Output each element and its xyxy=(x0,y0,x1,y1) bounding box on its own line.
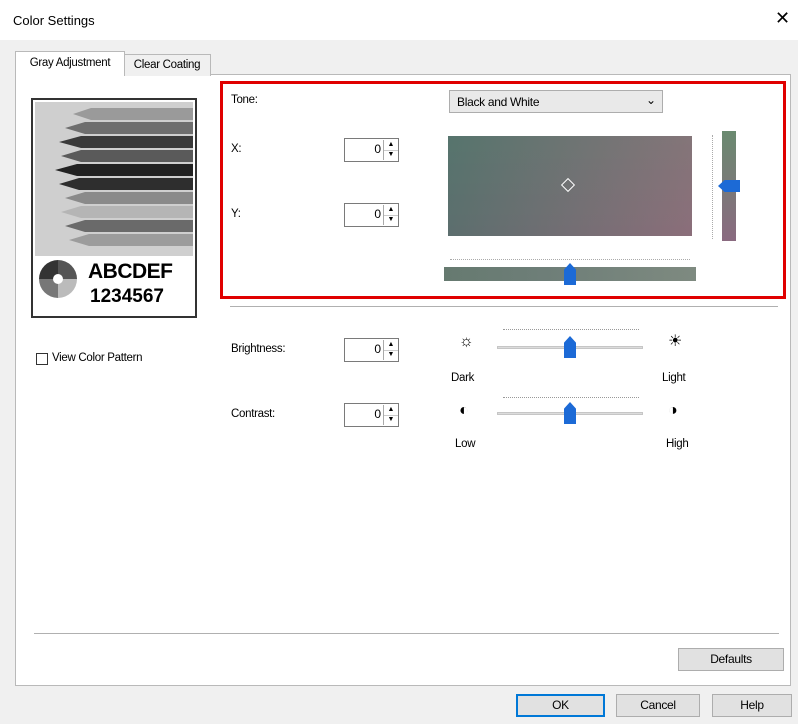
pencils-illustration xyxy=(35,102,193,256)
y-label: Y: xyxy=(231,208,241,220)
color-wheel-icon xyxy=(39,260,77,298)
vertical-ticks xyxy=(712,135,715,239)
brightness-low-label: Dark xyxy=(451,372,475,384)
bottom-divider xyxy=(34,633,779,634)
tone-select-value: Black and White xyxy=(457,95,540,109)
window-title: Color Settings xyxy=(13,13,95,28)
wheel-center xyxy=(53,274,63,284)
contrast-value: 0 xyxy=(374,407,381,421)
y-stepper[interactable]: 0 ▲ ▼ xyxy=(344,203,399,227)
tone-select[interactable]: Black and White ⌄ xyxy=(449,90,663,113)
x-stepper[interactable]: 0 ▲ ▼ xyxy=(344,138,399,162)
view-color-pattern-label: View Color Pattern xyxy=(52,352,143,364)
brightness-stepper[interactable]: 0 ▲ ▼ xyxy=(344,338,399,362)
contrast-low-label: Low xyxy=(455,438,476,450)
contrast-stepper-buttons: ▲ ▼ xyxy=(383,405,398,425)
tone-label: Tone: xyxy=(231,94,258,106)
y-stepper-buttons: ▲ ▼ xyxy=(383,205,398,225)
view-color-pattern-checkbox[interactable] xyxy=(36,353,48,365)
preview-image: ABCDEF 1234567 xyxy=(31,98,197,318)
help-button[interactable]: Help xyxy=(712,694,792,717)
sun-bright-icon: ☀ xyxy=(668,333,683,350)
brightness-label: Brightness: xyxy=(231,343,286,355)
chevron-down-icon: ⌄ xyxy=(645,93,656,107)
x-stepper-buttons: ▲ ▼ xyxy=(383,140,398,160)
y-value: 0 xyxy=(374,207,381,221)
cancel-button[interactable]: Cancel xyxy=(616,694,700,717)
x-value: 0 xyxy=(374,142,381,156)
stepper-down-icon[interactable]: ▼ xyxy=(384,150,398,160)
sun-dim-icon: ☼ xyxy=(459,333,474,350)
contrast-label: Contrast: xyxy=(231,408,275,420)
sample-letters: ABCDEF xyxy=(88,260,173,283)
stepper-down-icon[interactable]: ▼ xyxy=(384,215,398,225)
stepper-down-icon[interactable]: ▼ xyxy=(384,415,398,425)
defaults-button[interactable]: Defaults xyxy=(678,648,784,671)
contrast-low-icon: ◐ xyxy=(459,402,469,419)
brightness-high-label: Light xyxy=(662,372,686,384)
contrast-high-label: High xyxy=(666,438,689,450)
title-bar xyxy=(0,0,798,40)
sample-digits: 1234567 xyxy=(90,286,164,307)
section-divider xyxy=(230,306,778,307)
tab-gray-adjustment[interactable]: Gray Adjustment xyxy=(15,51,125,76)
brightness-value: 0 xyxy=(374,342,381,356)
ok-button[interactable]: OK xyxy=(516,694,605,717)
horizontal-ticks xyxy=(450,259,690,262)
stepper-down-icon[interactable]: ▼ xyxy=(384,350,398,360)
brightness-stepper-buttons: ▲ ▼ xyxy=(383,340,398,360)
contrast-ticks xyxy=(503,397,639,400)
contrast-stepper[interactable]: 0 ▲ ▼ xyxy=(344,403,399,427)
contrast-high-icon: ◑ xyxy=(668,402,678,419)
close-icon[interactable]: ✕ xyxy=(775,9,790,27)
brightness-ticks xyxy=(503,329,639,332)
tab-clear-coating[interactable]: Clear Coating xyxy=(123,54,211,76)
x-label: X: xyxy=(231,143,242,155)
